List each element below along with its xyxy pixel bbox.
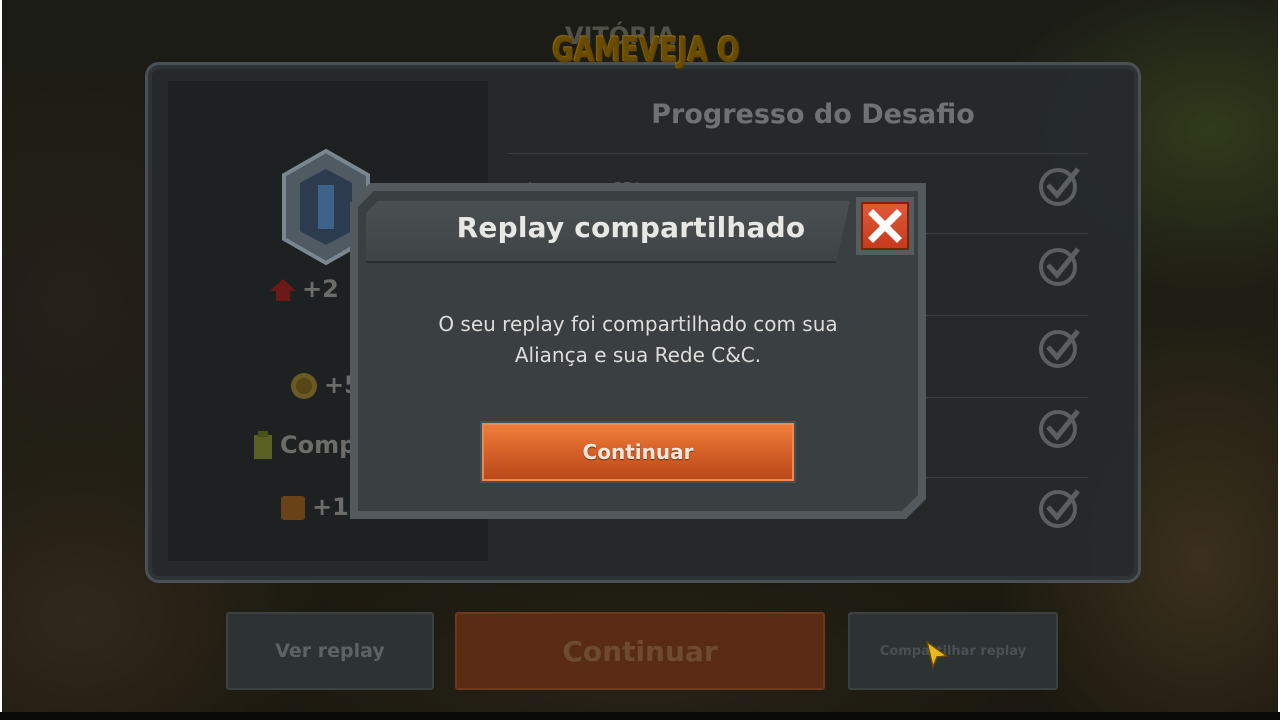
close-icon[interactable] (863, 204, 907, 248)
continue-button-label: Continuar (582, 440, 694, 464)
component-icon (254, 431, 272, 459)
challenge-progress-title: Progresso do Desafio (651, 99, 975, 130)
checkmark-icon (1039, 489, 1080, 528)
checkmark-icon (1039, 247, 1080, 286)
rank-up-icon (270, 279, 296, 301)
replay-shared-dialog: Replay compartilhado O seu replay foi co… (350, 183, 926, 519)
dialog-message: O seu replay foi compartilhado com sua A… (390, 309, 886, 371)
mouse-cursor-icon (925, 640, 949, 670)
frame-edge-left (0, 0, 2, 720)
share-replay-button[interactable]: Compartilhar replay (848, 612, 1058, 690)
continue-button[interactable]: Continuar (480, 421, 796, 483)
challenge-divider (508, 153, 1088, 154)
checkmark-icon (1039, 167, 1080, 206)
dialog-message-line-1: O seu replay foi compartilhado com sua (438, 312, 838, 336)
frame-edge-bottom (0, 712, 1280, 720)
close-button-face[interactable] (861, 202, 909, 250)
checkmark-icon (1039, 329, 1080, 368)
dialog-title: Replay compartilhado (456, 211, 806, 244)
watermark-logo: GAMEVEJA O (552, 30, 740, 70)
results-continue-button[interactable]: Continuar (455, 612, 825, 690)
reward-component: Comp (252, 431, 356, 461)
close-button[interactable] (856, 197, 914, 255)
checkmark-icon (1039, 409, 1080, 448)
dialog-message-line-2: Aliança e sua Rede C&C. (514, 343, 762, 367)
reward-component-value: Comp (280, 431, 357, 459)
coin-icon (291, 373, 317, 399)
view-replay-button[interactable]: Ver replay (226, 612, 434, 690)
reward-rank-points-value: +2 (302, 275, 339, 303)
xp-icon (281, 496, 305, 520)
reward-rank-points: +2 (270, 275, 339, 303)
